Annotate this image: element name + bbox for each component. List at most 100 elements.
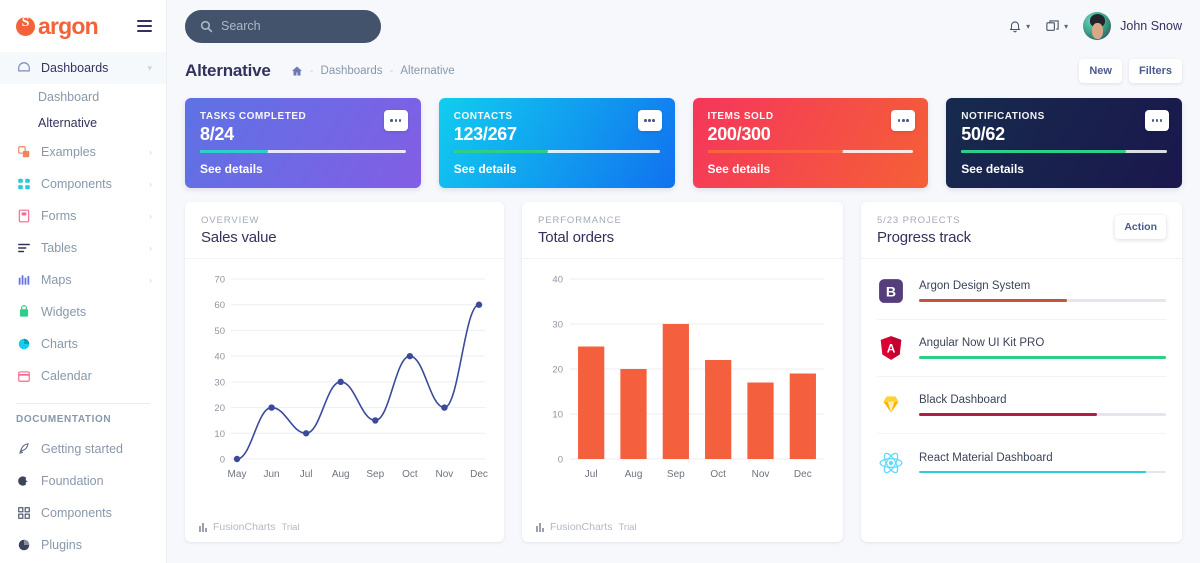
svg-text:60: 60	[214, 300, 225, 311]
chevron-right-icon: ›	[149, 275, 152, 285]
sidebar-divider	[16, 403, 150, 404]
stat-card-items-sold[interactable]: ITEMS SOLD 200/300 See details	[692, 98, 929, 188]
sidebar-item-charts[interactable]: Charts	[0, 328, 166, 360]
tables-icon	[16, 241, 31, 256]
stat-card-progress	[200, 150, 406, 153]
progress-item-body: React Material Dashboard	[919, 452, 1166, 474]
sidebar-item-components[interactable]: Components ›	[0, 168, 166, 200]
filters-button[interactable]: Filters	[1128, 59, 1182, 83]
sales-value-card: OVERVIEW Sales value 0 10 20 30 40 50 60 70 May J…	[185, 202, 504, 542]
sidebar-subitem-alternative[interactable]: Alternative	[0, 110, 166, 136]
avatar	[1083, 12, 1112, 40]
forms-icon	[16, 209, 31, 224]
svg-text:20: 20	[214, 403, 225, 414]
sidebar-item-getting-started[interactable]: Getting started	[0, 433, 166, 465]
svg-text:A: A	[887, 341, 896, 355]
card-header: PERFORMANCE Total orders	[522, 202, 843, 259]
progress-track	[919, 413, 1166, 416]
react-icon	[877, 449, 905, 477]
stat-card-tasks-completed[interactable]: TASKS COMPLETED 8/24 See details	[185, 98, 421, 188]
sales-value-chart: 0 10 20 30 40 50 60 70 May Jun Jul Aug Sep Oct Nov Dec	[214, 275, 487, 481]
dashboard-icon	[16, 61, 31, 76]
page-actions: New Filters	[1079, 59, 1182, 83]
breadcrumb-separator: -	[389, 65, 394, 77]
topbar: Search ▾ ▾ John Snow	[167, 0, 1200, 52]
card-body: 0 10 20 30 40 Jul Aug Sep Oct Nov Dec	[522, 259, 843, 521]
stat-card-progress	[707, 150, 914, 153]
breadcrumb-item-dashboards[interactable]: Dashboards	[321, 65, 383, 77]
chevron-right-icon: ›	[149, 243, 152, 253]
sidebar-item-forms[interactable]: Forms ›	[0, 200, 166, 232]
palette-icon	[16, 474, 31, 489]
stat-card-value: 8/24	[200, 124, 234, 144]
list-item[interactable]: Black Dashboard	[877, 377, 1166, 434]
stat-card-menu-icon[interactable]	[383, 110, 408, 131]
brand-logo[interactable]: argon	[16, 13, 99, 40]
breadcrumb-item-alternative: Alternative	[400, 65, 455, 77]
sidebar-section-heading: DOCUMENTATION	[16, 414, 112, 425]
sidebar-item-foundation[interactable]: Foundation	[0, 465, 166, 497]
see-details-link[interactable]: See details	[961, 162, 1024, 176]
card-eyebrow: 5/23 PROJECTS	[877, 215, 961, 226]
list-item[interactable]: React Material Dashboard	[877, 434, 1166, 491]
progress-track	[919, 470, 1166, 474]
sidebar-item-doc-components[interactable]: Components	[0, 497, 166, 529]
svg-text:40: 40	[552, 275, 563, 286]
sidebar-item-dashboards[interactable]: Dashboards ▾	[0, 52, 166, 84]
see-details-link[interactable]: See details	[200, 162, 263, 176]
sidebar-toggle-icon[interactable]	[137, 20, 152, 32]
search-input[interactable]: Search	[185, 9, 381, 43]
list-item[interactable]: A Angular Now UI Kit PRO	[877, 320, 1166, 377]
svg-text:30: 30	[214, 377, 225, 388]
sidebar-item-widgets[interactable]: Widgets	[0, 296, 166, 328]
sidebar-item-label: Components	[41, 177, 112, 191]
apps-button[interactable]: ▾	[1045, 19, 1068, 34]
search-placeholder: Search	[221, 19, 261, 33]
see-details-link[interactable]: See details	[454, 162, 517, 176]
svg-text:Jul: Jul	[585, 469, 598, 480]
svg-text:Sep: Sep	[366, 469, 384, 480]
svg-text:0: 0	[220, 455, 225, 466]
widgets-icon	[16, 305, 31, 320]
progress-track	[919, 356, 1166, 359]
progress-track	[919, 299, 1166, 302]
sidebar-item-maps[interactable]: Maps ›	[0, 264, 166, 296]
angular-icon: A	[877, 334, 905, 362]
stat-card-progress	[453, 150, 660, 153]
sidebar-item-tables[interactable]: Tables ›	[0, 232, 166, 264]
notifications-button[interactable]: ▾	[1008, 19, 1030, 33]
sidebar-item-label: Tables	[41, 241, 78, 255]
stat-card-menu-icon[interactable]	[891, 110, 916, 131]
home-icon[interactable]	[291, 65, 303, 77]
card-header: 5/23 PROJECTS Progress track Action	[861, 202, 1182, 259]
sidebar-item-label: Widgets	[41, 305, 87, 319]
progress-item-body: Black Dashboard	[919, 394, 1166, 416]
components-icon	[16, 177, 31, 192]
card-title: Total orders	[538, 229, 614, 246]
sidebar-item-label: Foundation	[41, 474, 104, 488]
action-button[interactable]: Action	[1115, 215, 1166, 239]
stat-card-label: CONTACTS	[453, 111, 513, 122]
svg-text:B: B	[886, 283, 896, 299]
new-button[interactable]: New	[1079, 59, 1122, 83]
search-icon	[200, 20, 213, 33]
sidebar-item-calendar[interactable]: Calendar	[0, 360, 166, 392]
svg-text:Nov: Nov	[752, 469, 770, 480]
sidebar-item-plugins[interactable]: Plugins	[0, 529, 166, 561]
sidebar-item-examples[interactable]: Examples ›	[0, 136, 166, 168]
sidebar-subitem-dashboard[interactable]: Dashboard	[0, 84, 166, 110]
stat-card-contacts[interactable]: CONTACTS 123/267 See details	[438, 98, 675, 188]
see-details-link[interactable]: See details	[708, 162, 771, 176]
list-item[interactable]: B Argon Design System	[877, 263, 1166, 320]
pie-icon	[16, 538, 31, 553]
svg-text:Oct: Oct	[710, 469, 726, 480]
sidebar-item-label: Dashboards	[41, 61, 109, 75]
stat-card-notifications[interactable]: NOTIFICATIONS 50/62 See details	[946, 98, 1182, 188]
breadcrumb: - Dashboards - Alternative	[291, 65, 455, 77]
bell-icon	[1008, 19, 1022, 33]
sidebar-item-label: Getting started	[41, 442, 123, 456]
stat-card-menu-icon[interactable]	[1145, 110, 1169, 131]
fusioncharts-logo-icon	[536, 522, 544, 532]
stat-card-menu-icon[interactable]	[637, 110, 662, 131]
user-menu[interactable]: John Snow	[1083, 12, 1182, 40]
